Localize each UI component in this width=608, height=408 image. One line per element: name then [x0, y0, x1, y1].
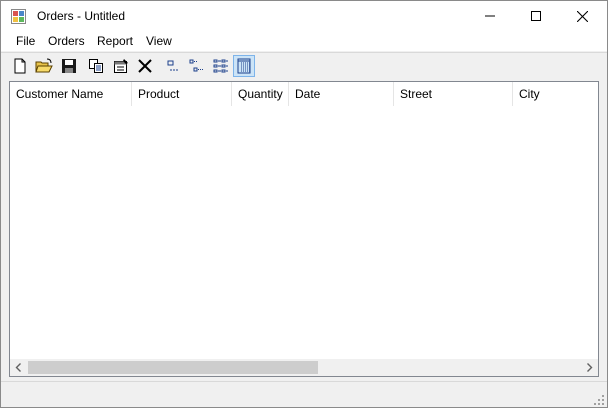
scroll-left-button[interactable] — [10, 359, 27, 376]
column-header-customer-name[interactable]: Customer Name — [10, 82, 132, 106]
minimize-icon — [485, 15, 495, 17]
small-icons-view-button[interactable] — [186, 55, 208, 77]
maximize-icon — [531, 11, 541, 21]
save-icon — [62, 59, 76, 73]
horizontal-scrollbar[interactable] — [10, 359, 598, 376]
minimize-button[interactable] — [467, 1, 513, 31]
menu-bar: File Orders Report View — [1, 31, 607, 51]
save-button[interactable] — [58, 55, 80, 77]
menu-file[interactable]: File — [16, 34, 35, 48]
app-icon — [11, 9, 26, 24]
maximize-button[interactable] — [513, 1, 559, 31]
copy-button[interactable] — [85, 55, 107, 77]
large-icons-view-icon — [167, 60, 179, 71]
menu-report[interactable]: Report — [97, 34, 133, 48]
list-view-icon — [213, 59, 228, 73]
delete-icon — [138, 59, 152, 73]
column-header-quantity[interactable]: Quantity — [232, 82, 289, 106]
column-header-street[interactable]: Street — [394, 82, 513, 106]
column-header-date[interactable]: Date — [289, 82, 394, 106]
column-header-city[interactable]: City — [513, 82, 598, 106]
resize-grip-icon[interactable] — [594, 395, 604, 405]
main-window: Orders - Untitled File Orders Report Vie… — [0, 0, 608, 408]
title-bar[interactable]: Orders - Untitled — [1, 1, 607, 31]
small-icons-view-icon — [189, 59, 204, 72]
menu-view[interactable]: View — [146, 34, 172, 48]
status-bar — [1, 381, 607, 407]
details-view-icon — [237, 58, 251, 74]
menu-orders[interactable]: Orders — [48, 34, 85, 48]
chevron-right-icon — [587, 363, 593, 372]
toolbar — [1, 52, 607, 79]
delete-button[interactable] — [134, 55, 156, 77]
open-button[interactable] — [33, 55, 55, 77]
list-view-button[interactable] — [210, 55, 232, 77]
new-icon — [14, 58, 26, 74]
open-icon — [35, 58, 53, 73]
window-title: Orders - Untitled — [37, 9, 126, 23]
close-button[interactable] — [559, 1, 605, 31]
properties-button[interactable] — [110, 55, 132, 77]
scrollbar-thumb[interactable] — [28, 361, 318, 374]
details-view-button[interactable] — [233, 55, 255, 77]
new-button[interactable] — [9, 55, 31, 77]
copy-icon — [89, 59, 103, 73]
list-header: Customer Name Product Quantity Date Stre… — [10, 82, 598, 106]
properties-icon — [114, 59, 128, 73]
large-icons-view-button[interactable] — [162, 55, 184, 77]
close-icon — [576, 10, 588, 22]
orders-list-view[interactable]: Customer Name Product Quantity Date Stre… — [9, 81, 599, 377]
column-header-product[interactable]: Product — [132, 82, 232, 106]
chevron-left-icon — [15, 363, 21, 372]
scroll-right-button[interactable] — [581, 359, 598, 376]
